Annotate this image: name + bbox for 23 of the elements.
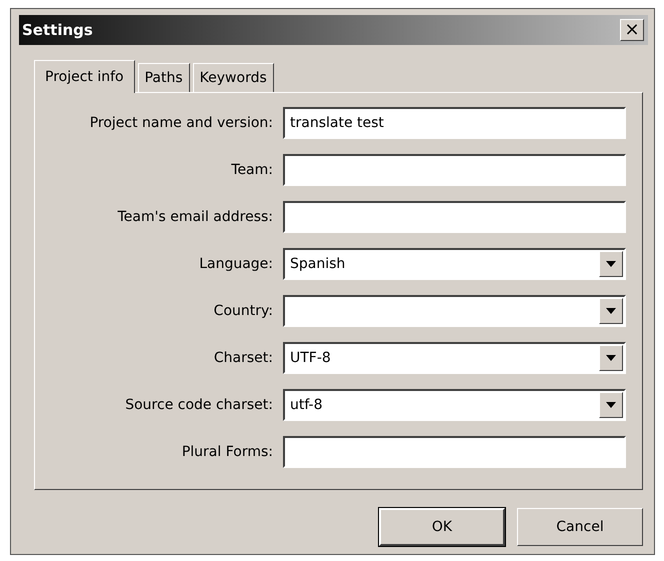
field-label: Team:	[231, 162, 273, 178]
field-label: Plural Forms:	[182, 444, 273, 460]
dropdown-field[interactable]: UTF-8	[283, 342, 626, 374]
dropdown-field[interactable]: utf-8	[283, 389, 626, 421]
tab[interactable]: Paths	[138, 63, 190, 92]
text-field[interactable]: translate test	[283, 107, 626, 139]
field-label: Source code charset:	[125, 397, 273, 413]
tab[interactable]: Project info	[34, 60, 135, 93]
field-label: Project name and version:	[90, 115, 273, 131]
field-label: Team's email address:	[118, 209, 273, 225]
dropdown-field[interactable]: Spanish	[283, 248, 626, 280]
window-title: Settings	[22, 21, 93, 39]
text-field[interactable]	[283, 154, 626, 186]
field-label: Country:	[214, 303, 273, 319]
dropdown-field[interactable]	[283, 295, 626, 327]
dialog-button[interactable]: OK	[379, 508, 505, 546]
close-button[interactable]: ×	[620, 19, 644, 41]
field-label: Charset:	[214, 350, 273, 366]
tab[interactable]: Keywords	[192, 63, 274, 92]
field-label: Language:	[199, 256, 273, 272]
dialog-button[interactable]: Cancel	[517, 508, 643, 546]
text-field[interactable]	[283, 436, 626, 468]
text-field[interactable]	[283, 201, 626, 233]
